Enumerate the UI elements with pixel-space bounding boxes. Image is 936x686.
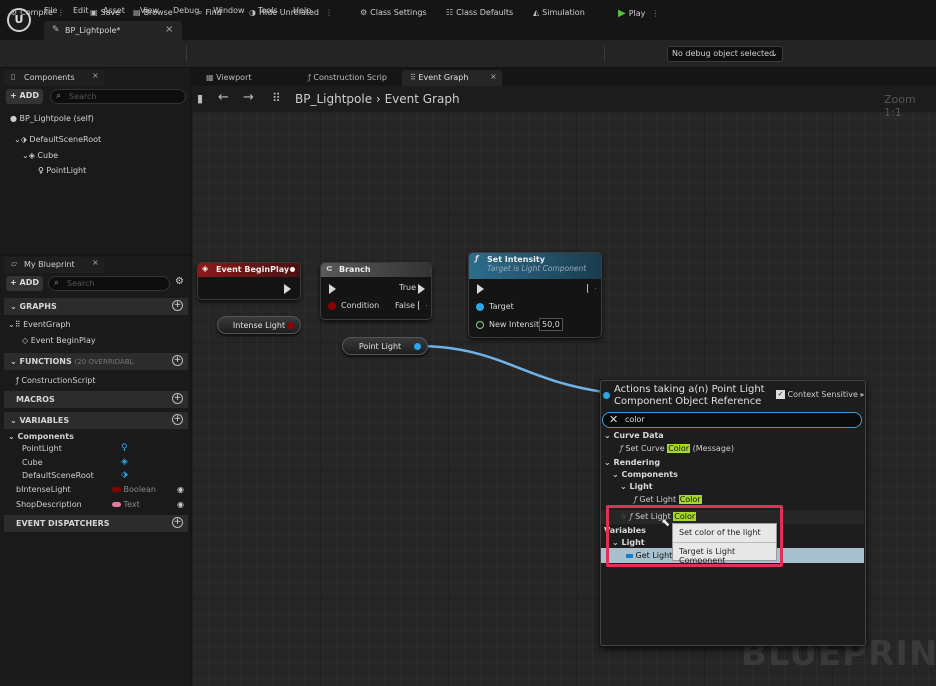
branch-node[interactable]: ⊂ Branch True Condition False bbox=[320, 262, 432, 320]
search-match: Color bbox=[667, 444, 691, 453]
action-label: Get Light bbox=[639, 495, 679, 504]
category-rendering[interactable]: ⌄ Rendering bbox=[604, 458, 660, 467]
exec-out-pin[interactable] bbox=[587, 284, 596, 293]
event-beginplay-node[interactable]: ◈ Event BeginPlay bbox=[197, 262, 301, 300]
new-intensity-label: New Intensity bbox=[489, 320, 544, 329]
category-components[interactable]: ⌄ Components bbox=[612, 470, 678, 479]
exec-true-pin[interactable] bbox=[418, 284, 425, 294]
exec-false-pin[interactable] bbox=[418, 301, 427, 310]
category-label: Curve Data bbox=[613, 431, 664, 440]
category-curve-data[interactable]: ⌄ Curve Data bbox=[604, 431, 664, 440]
clear-search-icon[interactable]: ✕ bbox=[609, 413, 618, 426]
condition-pin[interactable] bbox=[328, 302, 336, 310]
exec-in-pin[interactable] bbox=[477, 284, 484, 294]
exec-out-pin[interactable] bbox=[284, 284, 291, 294]
node-header: ⊂ Branch bbox=[321, 263, 431, 277]
category-label: Light bbox=[629, 482, 653, 491]
action-search-value: color bbox=[625, 415, 645, 424]
getter-label: Intense Light bbox=[232, 321, 286, 330]
target-pin-label: Target bbox=[489, 302, 514, 311]
popup-title-line1: Actions taking a(n) Point Light bbox=[614, 384, 765, 395]
target-pin[interactable] bbox=[476, 303, 484, 311]
tooltip-line2: Target is Light Component bbox=[673, 542, 776, 565]
checkmark-icon: ✓ bbox=[776, 390, 785, 399]
category-label: Rendering bbox=[613, 458, 661, 467]
function-icon: ƒ bbox=[620, 444, 623, 453]
chevron-down-icon: ⌄ bbox=[604, 458, 611, 467]
true-pin-label: True bbox=[399, 283, 416, 292]
node-title: Event BeginPlay bbox=[216, 265, 290, 274]
branch-icon: ⊂ bbox=[326, 264, 333, 273]
wire-source-pin-icon bbox=[603, 392, 610, 399]
category-light[interactable]: ⌄ Light bbox=[620, 482, 653, 491]
new-intensity-pin[interactable] bbox=[476, 321, 484, 329]
chevron-right-icon: ▸ bbox=[860, 390, 865, 399]
condition-pin-label: Condition bbox=[341, 301, 380, 310]
node-title: Set Intensity bbox=[487, 255, 545, 264]
popup-title-line2: Component Object Reference bbox=[614, 396, 762, 407]
node-subtitle: Target is Light Component bbox=[487, 264, 587, 273]
function-icon: ƒ bbox=[634, 495, 637, 504]
intense-light-getter[interactable]: Intense Light bbox=[217, 316, 301, 334]
context-sensitive-checkbox[interactable]: ✓ Context Sensitive ▸ bbox=[776, 390, 864, 399]
chevron-down-icon: ⌄ bbox=[612, 470, 619, 479]
action-label-suffix: (Message) bbox=[690, 444, 734, 453]
action-set-curve-color[interactable]: ƒ Set Curve Color (Message) bbox=[620, 444, 734, 453]
exec-in-pin[interactable] bbox=[329, 284, 336, 294]
getter-label: Point Light bbox=[358, 342, 402, 351]
action-search-input[interactable]: ✕ color bbox=[602, 412, 862, 428]
intensity-value-input[interactable]: 50,0 bbox=[539, 318, 563, 331]
point-light-getter[interactable]: Point Light bbox=[342, 337, 428, 355]
chevron-down-icon: ⌄ bbox=[620, 482, 627, 491]
action-get-light-color[interactable]: ƒ Get Light Color bbox=[634, 495, 702, 504]
chevron-down-icon: ⌄ bbox=[604, 431, 611, 440]
action-label: Set Curve bbox=[625, 444, 668, 453]
category-label: Components bbox=[621, 470, 678, 479]
event-diamond-icon: ◈ bbox=[202, 264, 209, 273]
tooltip: Set color of the light Target is Light C… bbox=[672, 523, 777, 565]
false-pin-label: False bbox=[395, 301, 416, 310]
event-delegate-icon bbox=[290, 267, 295, 272]
set-intensity-node[interactable]: ƒ Set Intensity Target is Light Component … bbox=[468, 252, 602, 338]
context-sensitive-label: Context Sensitive bbox=[787, 390, 858, 399]
tooltip-line1: Set color of the light bbox=[679, 528, 761, 537]
node-header: ƒ Set Intensity Target is Light Component bbox=[469, 253, 601, 279]
object-out-pin[interactable] bbox=[414, 343, 421, 350]
bool-out-pin[interactable] bbox=[287, 322, 294, 329]
node-header: ◈ Event BeginPlay bbox=[198, 263, 300, 277]
function-icon: ƒ bbox=[475, 254, 479, 263]
search-match: Color bbox=[678, 495, 702, 504]
object-wire bbox=[415, 344, 605, 394]
node-title: Branch bbox=[339, 265, 371, 274]
